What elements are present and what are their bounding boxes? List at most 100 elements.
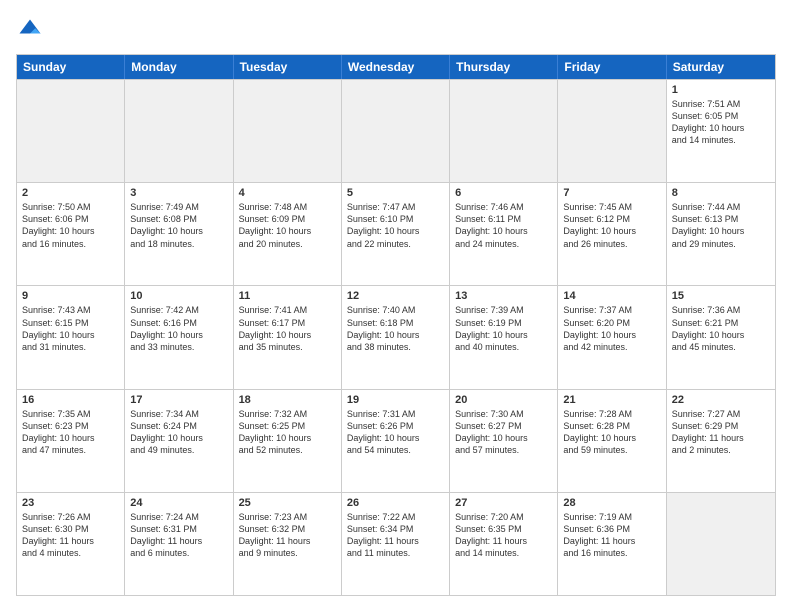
day-cell-18: 18 Sunrise: 7:32 AM Sunset: 6:25 PM Dayli… (234, 390, 342, 492)
day-cell-4: 4 Sunrise: 7:48 AM Sunset: 6:09 PM Daylig… (234, 183, 342, 285)
calendar-row-2: 9 Sunrise: 7:43 AM Sunset: 6:15 PM Daylig… (17, 285, 775, 388)
header (16, 16, 776, 44)
day-cell-16: 16 Sunrise: 7:35 AM Sunset: 6:23 PM Dayli… (17, 390, 125, 492)
day-number: 4 (239, 187, 336, 199)
day-cell-3: 3Sunrise: 7:49 AM Sunset: 6:08 PM Daylig… (125, 183, 233, 285)
day-number: 28 (563, 497, 660, 509)
day-cell-2: 2 Sunrise: 7:50 AM Sunset: 6:06 PM Daylig… (17, 183, 125, 285)
day-info: Sunrise: 7:47 AM Sunset: 6:10 PM Dayligh… (347, 201, 444, 250)
day-info: Sunrise: 7:28 AM Sunset: 6:28 PM Dayligh… (563, 408, 660, 457)
day-cell-15: 15Sunrise: 7:36 AM Sunset: 6:21 PM Dayli… (667, 286, 775, 388)
day-info: Sunrise: 7:35 AM Sunset: 6:23 PM Dayligh… (22, 408, 119, 457)
empty-cell (558, 80, 666, 182)
day-cell-27: 27Sunrise: 7:20 AM Sunset: 6:35 PM Dayli… (450, 493, 558, 595)
day-number: 22 (672, 394, 770, 406)
day-cell-1: 1 Sunrise: 7:51 AM Sunset: 6:05 PM Daylig… (667, 80, 775, 182)
page: SundayMondayTuesdayWednesdayThursdayFrid… (0, 0, 792, 612)
day-number: 1 (672, 84, 770, 96)
day-number: 2 (22, 187, 119, 199)
day-number: 3 (130, 187, 227, 199)
logo-icon (16, 16, 44, 44)
calendar: SundayMondayTuesdayWednesdayThursdayFrid… (16, 54, 776, 596)
day-number: 10 (130, 290, 227, 302)
day-info: Sunrise: 7:32 AM Sunset: 6:25 PM Dayligh… (239, 408, 336, 457)
day-info: Sunrise: 7:24 AM Sunset: 6:31 PM Dayligh… (130, 511, 227, 560)
day-number: 20 (455, 394, 552, 406)
day-number: 12 (347, 290, 444, 302)
logo (16, 16, 48, 44)
day-number: 23 (22, 497, 119, 509)
day-info: Sunrise: 7:42 AM Sunset: 6:16 PM Dayligh… (130, 304, 227, 353)
day-info: Sunrise: 7:26 AM Sunset: 6:30 PM Dayligh… (22, 511, 119, 560)
day-cell-7: 7 Sunrise: 7:45 AM Sunset: 6:12 PM Daylig… (558, 183, 666, 285)
day-cell-19: 19Sunrise: 7:31 AM Sunset: 6:26 PM Dayli… (342, 390, 450, 492)
calendar-body: 1 Sunrise: 7:51 AM Sunset: 6:05 PM Daylig… (17, 79, 775, 595)
empty-cell (667, 493, 775, 595)
day-info: Sunrise: 7:43 AM Sunset: 6:15 PM Dayligh… (22, 304, 119, 353)
day-number: 8 (672, 187, 770, 199)
day-info: Sunrise: 7:51 AM Sunset: 6:05 PM Dayligh… (672, 98, 770, 147)
day-info: Sunrise: 7:45 AM Sunset: 6:12 PM Dayligh… (563, 201, 660, 250)
day-info: Sunrise: 7:48 AM Sunset: 6:09 PM Dayligh… (239, 201, 336, 250)
day-cell-24: 24 Sunrise: 7:24 AM Sunset: 6:31 PM Dayli… (125, 493, 233, 595)
header-day-thursday: Thursday (450, 55, 558, 79)
empty-cell (125, 80, 233, 182)
day-cell-8: 8 Sunrise: 7:44 AM Sunset: 6:13 PM Daylig… (667, 183, 775, 285)
header-day-friday: Friday (558, 55, 666, 79)
day-info: Sunrise: 7:23 AM Sunset: 6:32 PM Dayligh… (239, 511, 336, 560)
day-info: Sunrise: 7:50 AM Sunset: 6:06 PM Dayligh… (22, 201, 119, 250)
header-day-saturday: Saturday (667, 55, 775, 79)
day-number: 14 (563, 290, 660, 302)
day-cell-9: 9 Sunrise: 7:43 AM Sunset: 6:15 PM Daylig… (17, 286, 125, 388)
day-info: Sunrise: 7:41 AM Sunset: 6:17 PM Dayligh… (239, 304, 336, 353)
day-number: 25 (239, 497, 336, 509)
calendar-row-1: 2 Sunrise: 7:50 AM Sunset: 6:06 PM Daylig… (17, 182, 775, 285)
day-cell-12: 12 Sunrise: 7:40 AM Sunset: 6:18 PM Dayli… (342, 286, 450, 388)
empty-cell (234, 80, 342, 182)
day-cell-28: 28Sunrise: 7:19 AM Sunset: 6:36 PM Dayli… (558, 493, 666, 595)
header-day-tuesday: Tuesday (234, 55, 342, 79)
day-cell-17: 17Sunrise: 7:34 AM Sunset: 6:24 PM Dayli… (125, 390, 233, 492)
day-cell-10: 10 Sunrise: 7:42 AM Sunset: 6:16 PM Dayli… (125, 286, 233, 388)
day-info: Sunrise: 7:44 AM Sunset: 6:13 PM Dayligh… (672, 201, 770, 250)
calendar-row-3: 16 Sunrise: 7:35 AM Sunset: 6:23 PM Dayli… (17, 389, 775, 492)
day-info: Sunrise: 7:37 AM Sunset: 6:20 PM Dayligh… (563, 304, 660, 353)
day-info: Sunrise: 7:22 AM Sunset: 6:34 PM Dayligh… (347, 511, 444, 560)
day-cell-5: 5 Sunrise: 7:47 AM Sunset: 6:10 PM Daylig… (342, 183, 450, 285)
day-info: Sunrise: 7:31 AM Sunset: 6:26 PM Dayligh… (347, 408, 444, 457)
day-number: 9 (22, 290, 119, 302)
day-number: 18 (239, 394, 336, 406)
day-cell-21: 21 Sunrise: 7:28 AM Sunset: 6:28 PM Dayli… (558, 390, 666, 492)
day-number: 17 (130, 394, 227, 406)
header-day-wednesday: Wednesday (342, 55, 450, 79)
day-number: 26 (347, 497, 444, 509)
empty-cell (450, 80, 558, 182)
day-cell-20: 20 Sunrise: 7:30 AM Sunset: 6:27 PM Dayli… (450, 390, 558, 492)
day-number: 5 (347, 187, 444, 199)
day-number: 13 (455, 290, 552, 302)
header-day-monday: Monday (125, 55, 233, 79)
day-number: 16 (22, 394, 119, 406)
day-info: Sunrise: 7:20 AM Sunset: 6:35 PM Dayligh… (455, 511, 552, 560)
day-cell-11: 11Sunrise: 7:41 AM Sunset: 6:17 PM Dayli… (234, 286, 342, 388)
day-info: Sunrise: 7:27 AM Sunset: 6:29 PM Dayligh… (672, 408, 770, 457)
day-number: 15 (672, 290, 770, 302)
day-number: 21 (563, 394, 660, 406)
calendar-header: SundayMondayTuesdayWednesdayThursdayFrid… (17, 55, 775, 79)
day-number: 24 (130, 497, 227, 509)
day-number: 7 (563, 187, 660, 199)
day-info: Sunrise: 7:39 AM Sunset: 6:19 PM Dayligh… (455, 304, 552, 353)
empty-cell (342, 80, 450, 182)
day-info: Sunrise: 7:46 AM Sunset: 6:11 PM Dayligh… (455, 201, 552, 250)
day-info: Sunrise: 7:40 AM Sunset: 6:18 PM Dayligh… (347, 304, 444, 353)
day-cell-14: 14 Sunrise: 7:37 AM Sunset: 6:20 PM Dayli… (558, 286, 666, 388)
calendar-row-4: 23 Sunrise: 7:26 AM Sunset: 6:30 PM Dayli… (17, 492, 775, 595)
calendar-row-0: 1 Sunrise: 7:51 AM Sunset: 6:05 PM Daylig… (17, 79, 775, 182)
day-info: Sunrise: 7:30 AM Sunset: 6:27 PM Dayligh… (455, 408, 552, 457)
day-cell-26: 26 Sunrise: 7:22 AM Sunset: 6:34 PM Dayli… (342, 493, 450, 595)
empty-cell (17, 80, 125, 182)
day-cell-25: 25 Sunrise: 7:23 AM Sunset: 6:32 PM Dayli… (234, 493, 342, 595)
day-number: 6 (455, 187, 552, 199)
day-cell-23: 23 Sunrise: 7:26 AM Sunset: 6:30 PM Dayli… (17, 493, 125, 595)
day-cell-6: 6 Sunrise: 7:46 AM Sunset: 6:11 PM Daylig… (450, 183, 558, 285)
